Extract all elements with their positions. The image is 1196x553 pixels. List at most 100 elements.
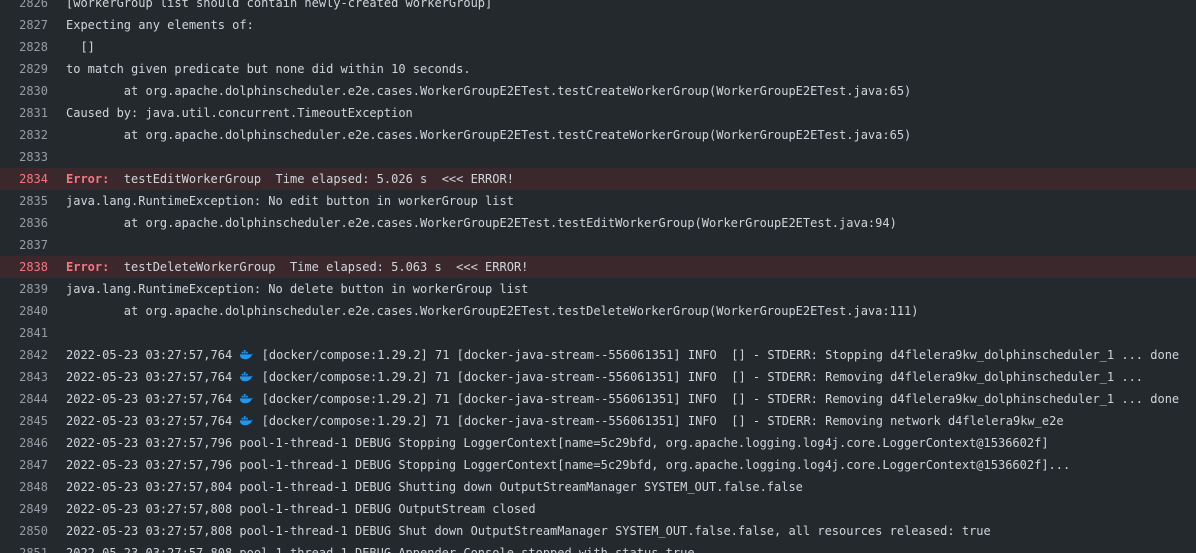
line-content: java.lang.RuntimeException: No edit butt… [66,190,1196,212]
line-content: 2022-05-23 03:27:57,764 [docker/compose:… [66,366,1196,388]
log-line: 2834 Error: testEditWorkerGroup Time ela… [0,168,1196,190]
line-number[interactable]: 2828 [0,36,48,58]
docker-whale-icon [239,389,254,404]
line-number[interactable]: 2833 [0,146,48,168]
log-line: 2830 at org.apache.dolphinscheduler.e2e.… [0,80,1196,102]
log-lines: 2826 [workerGroup list should contain ne… [0,0,1196,553]
log-viewer[interactable]: 2826 [workerGroup list should contain ne… [0,0,1196,553]
line-content: 2022-05-23 03:27:57,804 pool-1-thread-1 … [66,476,1196,498]
line-content [66,234,1196,256]
log-text: 2022-05-23 03:27:57,796 pool-1-thread-1 … [66,436,1049,450]
line-content: Expecting any elements of: [66,14,1196,36]
log-line: 2848 2022-05-23 03:27:57,804 pool-1-thre… [0,476,1196,498]
log-line: 2844 2022-05-23 03:27:57,764 [docker/com… [0,388,1196,410]
line-content: [workerGroup list should contain newly-c… [66,0,1196,14]
line-content: Caused by: java.util.concurrent.TimeoutE… [66,102,1196,124]
log-text: [docker/compose:1.29.2] 71 [docker-java-… [254,370,1144,384]
line-content: to match given predicate but none did wi… [66,58,1196,80]
line-content: at org.apache.dolphinscheduler.e2e.cases… [66,124,1196,146]
line-content: Error: testDeleteWorkerGroup Time elapse… [66,256,1196,278]
line-number[interactable]: 2841 [0,322,48,344]
log-text: 2022-05-23 03:27:57,804 pool-1-thread-1 … [66,480,803,494]
line-number[interactable]: 2838 [0,256,48,278]
line-number[interactable]: 2850 [0,520,48,542]
line-content: 2022-05-23 03:27:57,764 [docker/compose:… [66,410,1196,432]
line-number[interactable]: 2835 [0,190,48,212]
line-number[interactable]: 2846 [0,432,48,454]
log-line: 2827 Expecting any elements of: [0,14,1196,36]
log-line: 2847 2022-05-23 03:27:57,796 pool-1-thre… [0,454,1196,476]
log-line: 2845 2022-05-23 03:27:57,764 [docker/com… [0,410,1196,432]
line-content: 2022-05-23 03:27:57,796 pool-1-thread-1 … [66,432,1196,454]
log-line: 2841 [0,322,1196,344]
log-text: 2022-05-23 03:27:57,808 pool-1-thread-1 … [66,524,991,538]
line-number[interactable]: 2837 [0,234,48,256]
line-number[interactable]: 2851 [0,542,48,553]
line-content [66,146,1196,168]
line-number[interactable]: 2845 [0,410,48,432]
log-text: testEditWorkerGroup Time elapsed: 5.026 … [109,172,514,186]
log-text: at org.apache.dolphinscheduler.e2e.cases… [66,304,919,318]
line-content: [] [66,36,1196,58]
line-number[interactable]: 2827 [0,14,48,36]
line-content: 2022-05-23 03:27:57,808 pool-1-thread-1 … [66,498,1196,520]
log-line: 2826 [workerGroup list should contain ne… [0,0,1196,14]
log-timestamp: 2022-05-23 03:27:57,764 [66,348,240,362]
docker-whale-icon [239,367,254,382]
line-number[interactable]: 2832 [0,124,48,146]
log-text: testDeleteWorkerGroup Time elapsed: 5.06… [109,260,529,274]
log-text: at org.apache.dolphinscheduler.e2e.cases… [66,216,897,230]
line-number[interactable]: 2831 [0,102,48,124]
line-number[interactable]: 2834 [0,168,48,190]
log-timestamp: 2022-05-23 03:27:57,764 [66,370,240,384]
docker-whale-icon [239,345,254,360]
log-text: [docker/compose:1.29.2] 71 [docker-java-… [254,414,1064,428]
log-line: 2842 2022-05-23 03:27:57,764 [docker/com… [0,344,1196,366]
log-line: 2828 [] [0,36,1196,58]
line-number[interactable]: 2829 [0,58,48,80]
error-label: Error: [66,172,110,186]
log-text: [workerGroup list should contain newly-c… [66,0,493,10]
log-line: 2850 2022-05-23 03:27:57,808 pool-1-thre… [0,520,1196,542]
log-text: java.lang.RuntimeException: No edit butt… [66,194,514,208]
line-content: at org.apache.dolphinscheduler.e2e.cases… [66,80,1196,102]
log-text: to match given predicate but none did wi… [66,62,471,76]
log-text: [docker/compose:1.29.2] 71 [docker-java-… [254,348,1180,362]
log-text: 2022-05-23 03:27:57,808 pool-1-thread-1 … [66,546,695,553]
log-text: at org.apache.dolphinscheduler.e2e.cases… [66,128,912,142]
line-number[interactable]: 2849 [0,498,48,520]
line-number[interactable]: 2826 [0,0,48,14]
log-line: 2831 Caused by: java.util.concurrent.Tim… [0,102,1196,124]
line-number[interactable]: 2848 [0,476,48,498]
line-number[interactable]: 2842 [0,344,48,366]
log-line: 2840 at org.apache.dolphinscheduler.e2e.… [0,300,1196,322]
line-number[interactable]: 2836 [0,212,48,234]
log-line: 2849 2022-05-23 03:27:57,808 pool-1-thre… [0,498,1196,520]
log-line: 2833 [0,146,1196,168]
log-text: Caused by: java.util.concurrent.TimeoutE… [66,106,413,120]
log-text: 2022-05-23 03:27:57,808 pool-1-thread-1 … [66,502,536,516]
line-number[interactable]: 2844 [0,388,48,410]
log-text: at org.apache.dolphinscheduler.e2e.cases… [66,84,912,98]
log-timestamp: 2022-05-23 03:27:57,764 [66,392,240,406]
log-line: 2843 2022-05-23 03:27:57,764 [docker/com… [0,366,1196,388]
line-content: 2022-05-23 03:27:57,764 [docker/compose:… [66,388,1196,410]
log-line: 2832 at org.apache.dolphinscheduler.e2e.… [0,124,1196,146]
line-content: 2022-05-23 03:27:57,796 pool-1-thread-1 … [66,454,1196,476]
line-number[interactable]: 2840 [0,300,48,322]
line-number[interactable]: 2847 [0,454,48,476]
line-content: at org.apache.dolphinscheduler.e2e.cases… [66,300,1196,322]
log-text: [docker/compose:1.29.2] 71 [docker-java-… [254,392,1180,406]
line-number[interactable]: 2843 [0,366,48,388]
line-content [66,322,1196,344]
log-line: 2846 2022-05-23 03:27:57,796 pool-1-thre… [0,432,1196,454]
line-content: java.lang.RuntimeException: No delete bu… [66,278,1196,300]
line-content: 2022-05-23 03:27:57,808 pool-1-thread-1 … [66,520,1196,542]
line-number[interactable]: 2839 [0,278,48,300]
log-line: 2829 to match given predicate but none d… [0,58,1196,80]
line-number[interactable]: 2830 [0,80,48,102]
log-line: 2839 java.lang.RuntimeException: No dele… [0,278,1196,300]
log-line: 2837 [0,234,1196,256]
docker-whale-icon [239,411,254,426]
log-text: Expecting any elements of: [66,18,254,32]
